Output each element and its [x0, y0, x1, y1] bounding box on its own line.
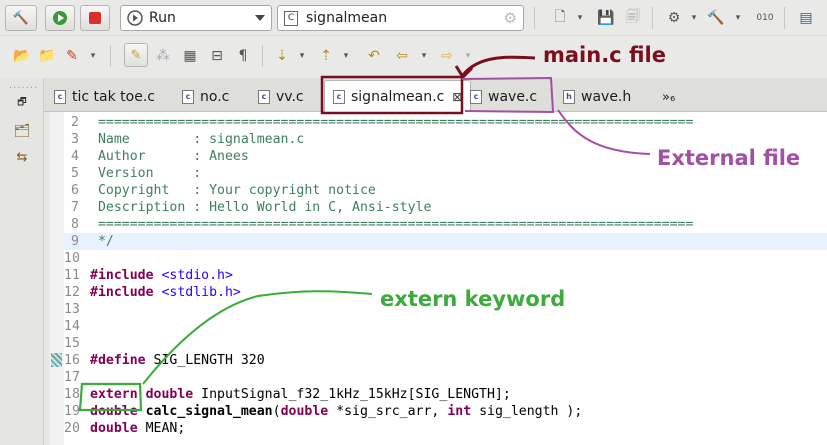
forward-icon[interactable]: ⇨	[437, 46, 457, 66]
last-edit-icon[interactable]: ↶	[364, 46, 384, 66]
code-line: 19 double calc_signal_mean(double *sig_sr…	[64, 404, 583, 419]
c-project-icon: C	[284, 10, 298, 26]
main-file-annotation: main.c file	[543, 43, 666, 67]
project-explorer-icon[interactable]: 🗂	[13, 122, 31, 140]
c-file-icon: c	[258, 90, 270, 104]
save-all-icon[interactable]: 🗐	[623, 8, 643, 28]
chevron-down-icon[interactable]: ▾	[570, 8, 590, 28]
tab-label: tic tak toe.c	[72, 89, 155, 105]
code-line: 14	[64, 319, 80, 334]
chevron-down-icon[interactable]: ▾	[728, 8, 748, 28]
outline-icon[interactable]: ⇆	[13, 148, 31, 166]
tab-wave-h[interactable]: h wave.h	[563, 82, 631, 112]
toolbar-separator	[534, 7, 535, 29]
launch-mode-label: Run	[149, 10, 176, 26]
stop-icon	[89, 12, 101, 24]
code-line-current: 9 */	[64, 233, 827, 250]
run-icon	[53, 11, 67, 25]
toolbar-separator	[784, 7, 785, 29]
code-line: 8 ======================================…	[71, 217, 694, 232]
code-line: 6 Copyright : Your copyright notice	[71, 183, 376, 198]
eclipse-window: 🔨 Run C signalmean ⚙ 🗋 ▾ 💾 🗐 ⚙ ▾ 🔨 ▾ 010…	[0, 0, 827, 445]
code-line: 16 #define SIG_LENGTH 320	[64, 353, 265, 368]
close-icon[interactable]: ⊠	[452, 90, 462, 104]
tab-no[interactable]: c no.c	[182, 82, 229, 112]
run-button[interactable]	[45, 5, 75, 31]
code-line: 2 ======================================…	[71, 115, 694, 130]
launch-mode-select[interactable]: Run	[120, 5, 272, 31]
side-trim-stack: ······· 🗗 🗂 ⇆	[0, 78, 44, 445]
run-mode-icon	[127, 10, 143, 26]
back-icon[interactable]: ⇦	[392, 46, 412, 66]
word-wrap-icon[interactable]: ⊟	[207, 46, 227, 66]
highlight-toggle-button[interactable]: ✎	[124, 43, 148, 67]
external-file-annotation: External file	[657, 146, 801, 170]
c-file-icon: c	[333, 90, 345, 104]
restore-icon[interactable]: 🗗	[13, 94, 31, 112]
chevron-down-icon[interactable]: ▾	[458, 46, 478, 66]
build-button[interactable]: 🔨	[5, 5, 37, 31]
c-file-icon: c	[182, 90, 194, 104]
toolbar-separator	[652, 7, 653, 29]
open-folder-icon[interactable]: 📁	[37, 46, 57, 66]
tab-tic-tak-toe[interactable]: c tic tak toe.c	[54, 82, 155, 112]
code-line: 10	[64, 251, 80, 266]
mark-occurrences-icon[interactable]: ⁂	[153, 46, 173, 66]
main-toolbar: 🔨 Run C signalmean ⚙ 🗋 ▾ 💾 🗐 ⚙ ▾ 🔨 ▾ 010…	[0, 0, 827, 36]
tab-signalmean[interactable]: c signalmean.c ⊠	[324, 80, 472, 113]
chevron-down-icon[interactable]: ▾	[336, 46, 356, 66]
binary-icon[interactable]: 010	[755, 8, 775, 28]
overflow-icon: »₆	[662, 89, 676, 105]
hammer-icon: 🔨	[12, 10, 30, 26]
chevron-down-icon[interactable]: ▾	[684, 8, 704, 28]
secondary-toolbar: 📂 📁 ✎ ▾ ✎ ⁂ ▦ ⊟ ¶ ⇣ ▾ ⇡ ▾ ↶ ⇦ ▾ ⇨ ▾	[0, 36, 827, 76]
prev-annotation-icon[interactable]: ⇡	[316, 46, 336, 66]
chevron-down-icon	[255, 15, 265, 21]
block-selection-icon[interactable]: ▦	[180, 46, 200, 66]
h-file-icon: h	[563, 90, 575, 104]
tab-label: wave.h	[581, 89, 632, 105]
toolbar-separator	[110, 45, 111, 67]
hammer-icon[interactable]: 🔨	[706, 8, 726, 28]
bookmark-icon[interactable]	[51, 353, 62, 367]
brush-icon: ✎	[130, 47, 142, 63]
code-line: 7 Description : Hello World in C, Ansi-s…	[71, 200, 432, 215]
code-line: 17	[64, 370, 80, 385]
wand-icon[interactable]: ✎	[62, 46, 82, 66]
tab-vv[interactable]: c vv.c	[258, 82, 304, 112]
stop-button[interactable]	[80, 5, 110, 31]
drag-handle-icon[interactable]: ·······	[9, 83, 38, 94]
new-project-icon[interactable]: 📂	[12, 46, 32, 66]
tab-label: wave.c	[488, 89, 538, 105]
c-file-icon: c	[470, 90, 482, 104]
c-file-icon: c	[54, 90, 66, 104]
next-annotation-icon[interactable]: ⇣	[272, 46, 292, 66]
overflow-tabs-button[interactable]: »₆	[662, 82, 675, 112]
chevron-down-icon[interactable]: ▾	[83, 46, 103, 66]
toolbar-separator	[262, 45, 263, 67]
tab-label: vv.c	[276, 89, 304, 105]
tab-label: no.c	[200, 89, 230, 105]
annotation-ruler	[50, 112, 64, 445]
chevron-down-icon[interactable]: ▾	[414, 46, 434, 66]
code-line: 15	[64, 336, 80, 351]
pilcrow-icon[interactable]: ¶	[233, 46, 253, 66]
code-line: 20 double MEAN;	[64, 421, 186, 436]
new-icon[interactable]: 🗋	[550, 8, 570, 28]
gear-icon: ⚙	[503, 9, 517, 27]
launch-config-label: signalmean	[306, 10, 388, 26]
code-line: 11 #include <stdio.h>	[64, 268, 233, 283]
tab-label: signalmean.c	[351, 89, 445, 105]
console-icon[interactable]: ▤	[796, 8, 816, 28]
extern-keyword-annotation: extern keyword	[380, 287, 566, 311]
chevron-down-icon[interactable]: ▾	[292, 46, 312, 66]
save-icon[interactable]: 💾	[596, 8, 616, 28]
debug-icon[interactable]: ⚙	[664, 8, 684, 28]
launch-config-select[interactable]: C signalmean ⚙	[277, 5, 524, 31]
code-line: 18 extern double InputSignal_f32_1kHz_15k…	[64, 387, 511, 402]
tab-wave-c[interactable]: c wave.c	[470, 82, 537, 112]
